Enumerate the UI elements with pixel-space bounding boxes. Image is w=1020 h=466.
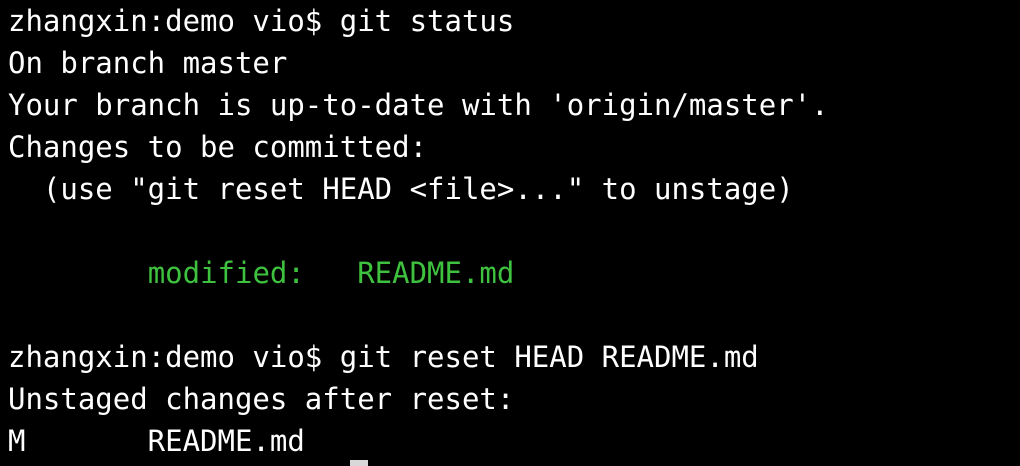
output-text: Your branch is up-to-date with 'origin/m… bbox=[8, 88, 829, 122]
prompt-line-git-status: zhangxin:demo vio$ git status bbox=[8, 0, 1020, 42]
output-line: Changes to be committed: bbox=[8, 126, 1020, 168]
output-text: On branch master bbox=[8, 46, 288, 80]
output-line: On branch master bbox=[8, 42, 1020, 84]
staged-file-status: modified: README.md bbox=[147, 256, 515, 290]
output-line: Your branch is up-to-date with 'origin/m… bbox=[8, 84, 1020, 126]
output-line: Unstaged changes after reset: bbox=[8, 378, 1020, 420]
output-line: M README.md bbox=[8, 420, 1020, 462]
output-text: M README.md bbox=[8, 424, 305, 458]
text-cursor bbox=[350, 460, 368, 466]
output-text: Changes to be committed: bbox=[8, 130, 428, 164]
output-line: (use "git reset HEAD <file>..." to unsta… bbox=[8, 168, 1020, 210]
command-text: zhangxin:demo vio$ git status bbox=[8, 4, 515, 38]
output-text: Unstaged changes after reset: bbox=[8, 382, 515, 416]
prompt-line-git-reset: zhangxin:demo vio$ git reset HEAD README… bbox=[8, 336, 1020, 378]
staged-file-line: modified: README.md bbox=[8, 252, 1020, 294]
terminal-window[interactable]: zhangxin:demo vio$ git status On branch … bbox=[0, 0, 1020, 466]
command-text: zhangxin:demo vio$ git reset HEAD README… bbox=[8, 340, 759, 374]
output-text: (use "git reset HEAD <file>..." to unsta… bbox=[8, 172, 794, 206]
